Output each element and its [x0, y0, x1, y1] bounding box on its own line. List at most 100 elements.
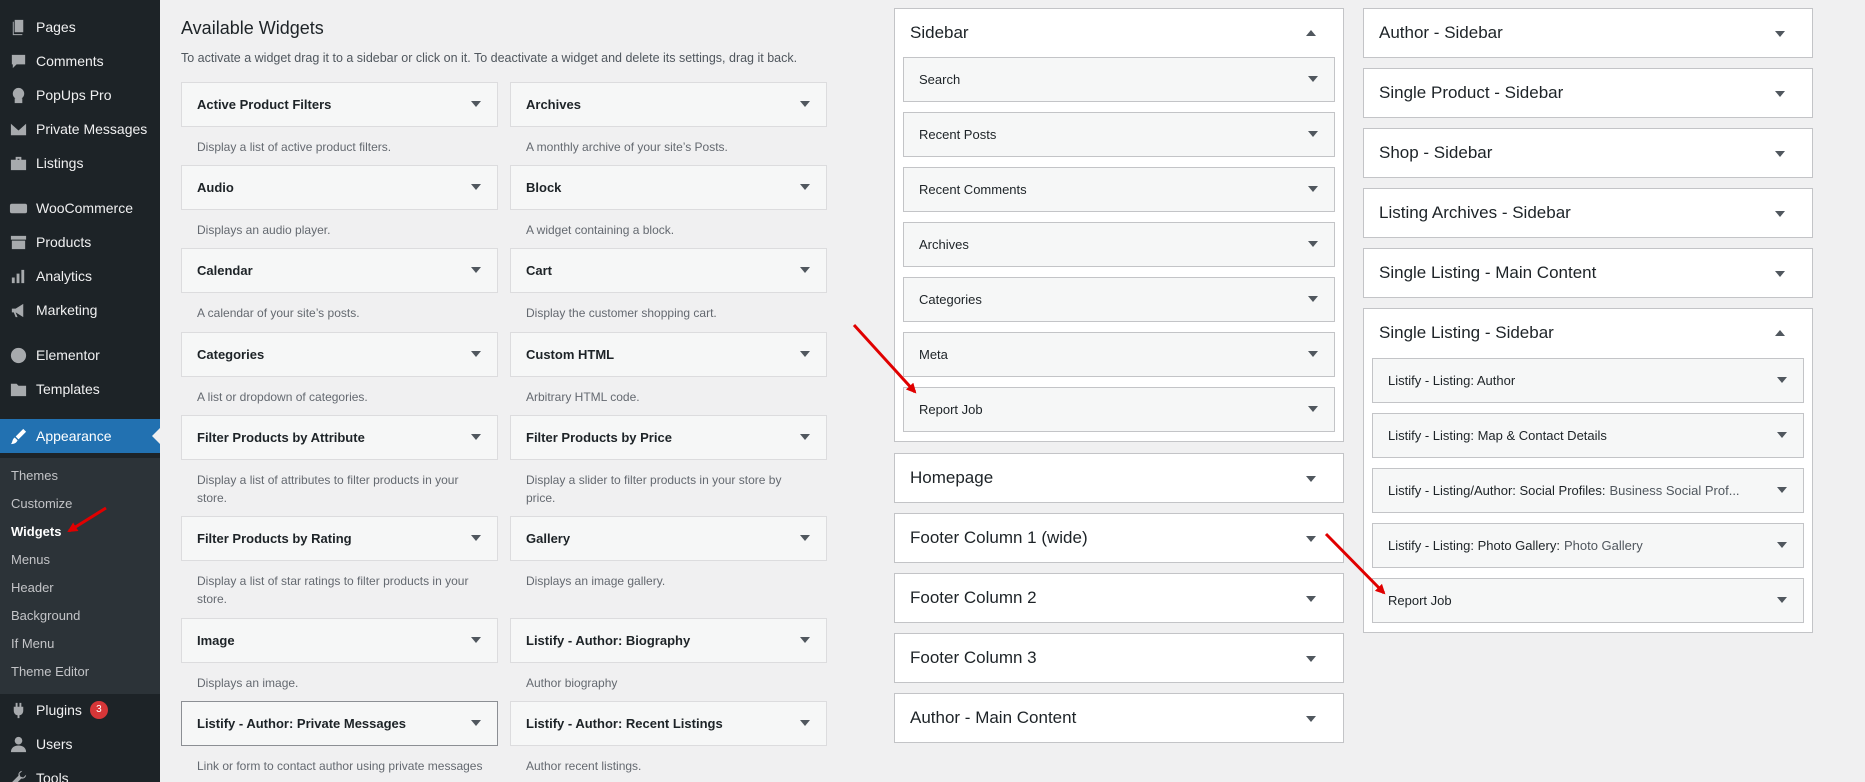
sidebar-widget[interactable]: Listify - Listing/Author: Social Profile…: [1372, 468, 1804, 513]
sidebar-area-header[interactable]: Footer Column 3: [895, 634, 1343, 682]
chevron-down-icon[interactable]: [1308, 131, 1318, 137]
widget-active-product-filters[interactable]: Active Product Filters: [181, 82, 498, 127]
menu-pages[interactable]: Pages: [0, 12, 160, 42]
chevron-down-icon[interactable]: [1777, 542, 1787, 548]
sidebar-area-header[interactable]: Listing Archives - Sidebar: [1364, 189, 1812, 237]
sidebar-widget[interactable]: Listify - Listing: Author: [1372, 358, 1804, 403]
submenu-if-menu[interactable]: If Menu: [11, 636, 54, 651]
chevron-down-icon[interactable]: [1308, 186, 1318, 192]
chevron-down-icon[interactable]: [1308, 76, 1318, 82]
sidebar-widget[interactable]: Recent Posts: [903, 112, 1335, 157]
chevron-down-icon[interactable]: [1777, 597, 1787, 603]
menu-appearance[interactable]: Appearance: [0, 419, 160, 453]
sidebar-widget[interactable]: Categories: [903, 277, 1335, 322]
chevron-down-icon[interactable]: [800, 720, 810, 726]
chevron-down-icon[interactable]: [471, 101, 481, 107]
chevron-down-icon[interactable]: [1775, 91, 1785, 97]
sidebar-area-single-product-sidebar[interactable]: Single Product - Sidebar: [1363, 68, 1813, 118]
chevron-down-icon[interactable]: [800, 267, 810, 273]
chevron-down-icon[interactable]: [1306, 656, 1316, 662]
sidebar-area-header[interactable]: Sidebar: [895, 9, 1343, 57]
submenu-widgets[interactable]: Widgets: [11, 524, 61, 539]
chevron-down-icon[interactable]: [471, 267, 481, 273]
menu-woocommerce[interactable]: WooCommerce: [0, 193, 160, 223]
menu-tools[interactable]: Tools: [0, 763, 160, 782]
widget-image[interactable]: Image: [181, 618, 498, 663]
chevron-down-icon[interactable]: [471, 720, 481, 726]
chevron-down-icon[interactable]: [800, 637, 810, 643]
sidebar-area-footer-column-3[interactable]: Footer Column 3: [894, 633, 1344, 683]
menu-products[interactable]: Products: [0, 227, 160, 257]
sidebar-area-header[interactable]: Single Product - Sidebar: [1364, 69, 1812, 117]
chevron-down-icon[interactable]: [1306, 716, 1316, 722]
sidebar-area-footer-column-1[interactable]: Footer Column 1 (wide): [894, 513, 1344, 563]
widget-gallery[interactable]: Gallery: [510, 516, 827, 561]
sidebar-widget-report-job[interactable]: Report Job: [903, 387, 1335, 432]
menu-comments[interactable]: Comments: [0, 46, 160, 76]
widget-filter-products-by-attribute[interactable]: Filter Products by Attribute: [181, 415, 498, 460]
submenu-menus[interactable]: Menus: [11, 552, 50, 567]
chevron-down-icon[interactable]: [800, 434, 810, 440]
chevron-down-icon[interactable]: [1775, 271, 1785, 277]
sidebar-area-header[interactable]: Single Listing - Main Content: [1364, 249, 1812, 297]
menu-listings[interactable]: Listings: [0, 148, 160, 178]
sidebar-area-footer-column-2[interactable]: Footer Column 2: [894, 573, 1344, 623]
sidebar-area-homepage[interactable]: Homepage: [894, 453, 1344, 503]
chevron-down-icon[interactable]: [471, 351, 481, 357]
menu-private-messages[interactable]: Private Messages: [0, 114, 160, 144]
widget-filter-products-by-rating[interactable]: Filter Products by Rating: [181, 516, 498, 561]
sidebar-widget-report-job[interactable]: Report Job: [1372, 578, 1804, 623]
chevron-down-icon[interactable]: [471, 184, 481, 190]
sidebar-widget[interactable]: Archives: [903, 222, 1335, 267]
sidebar-widget[interactable]: Recent Comments: [903, 167, 1335, 212]
chevron-down-icon[interactable]: [1308, 241, 1318, 247]
chevron-down-icon[interactable]: [471, 637, 481, 643]
widget-categories[interactable]: Categories: [181, 332, 498, 377]
submenu-header[interactable]: Header: [11, 580, 54, 595]
submenu-theme-editor[interactable]: Theme Editor: [11, 664, 89, 679]
chevron-down-icon[interactable]: [1775, 151, 1785, 157]
chevron-down-icon[interactable]: [800, 101, 810, 107]
sidebar-widget[interactable]: Listify - Listing: Photo Gallery: Photo G…: [1372, 523, 1804, 568]
widget-archives[interactable]: Archives: [510, 82, 827, 127]
menu-popups[interactable]: PopUps Pro: [0, 80, 160, 110]
chevron-down-icon[interactable]: [800, 184, 810, 190]
chevron-down-icon[interactable]: [1775, 31, 1785, 37]
sidebar-area-header[interactable]: Author - Sidebar: [1364, 9, 1812, 57]
chevron-down-icon[interactable]: [1306, 596, 1316, 602]
sidebar-area-author-main-content[interactable]: Author - Main Content: [894, 693, 1344, 743]
submenu-background[interactable]: Background: [11, 608, 80, 623]
sidebar-widget[interactable]: Search: [903, 57, 1335, 102]
widget-listify-author-recent-listings[interactable]: Listify - Author: Recent Listings: [510, 701, 827, 746]
widget-cart[interactable]: Cart: [510, 248, 827, 293]
menu-elementor[interactable]: Elementor: [0, 340, 160, 370]
menu-marketing[interactable]: Marketing: [0, 295, 160, 325]
chevron-down-icon[interactable]: [1777, 377, 1787, 383]
menu-plugins[interactable]: Plugins 3: [0, 695, 160, 725]
sidebar-area-header[interactable]: Footer Column 2: [895, 574, 1343, 622]
menu-users[interactable]: Users: [0, 729, 160, 759]
menu-templates[interactable]: Templates: [0, 374, 160, 404]
chevron-down-icon[interactable]: [1308, 406, 1318, 412]
widget-filter-products-by-price[interactable]: Filter Products by Price: [510, 415, 827, 460]
menu-analytics[interactable]: Analytics: [0, 261, 160, 291]
chevron-down-icon[interactable]: [1306, 476, 1316, 482]
widget-calendar[interactable]: Calendar: [181, 248, 498, 293]
sidebar-area-listing-archives-sidebar[interactable]: Listing Archives - Sidebar: [1363, 188, 1813, 238]
sidebar-area-header[interactable]: Author - Main Content: [895, 694, 1343, 742]
submenu-themes[interactable]: Themes: [11, 468, 58, 483]
widget-custom-html[interactable]: Custom HTML: [510, 332, 827, 377]
sidebar-area-header[interactable]: Single Listing - Sidebar: [1364, 309, 1812, 357]
widget-listify-author-private-messages[interactable]: Listify - Author: Private Messages: [181, 701, 498, 746]
chevron-down-icon[interactable]: [471, 434, 481, 440]
chevron-down-icon[interactable]: [1308, 351, 1318, 357]
chevron-down-icon[interactable]: [1306, 536, 1316, 542]
sidebar-area-header[interactable]: Shop - Sidebar: [1364, 129, 1812, 177]
chevron-down-icon[interactable]: [800, 351, 810, 357]
chevron-down-icon[interactable]: [1777, 432, 1787, 438]
chevron-down-icon[interactable]: [1775, 211, 1785, 217]
sidebar-widget[interactable]: Meta: [903, 332, 1335, 377]
chevron-down-icon[interactable]: [1308, 296, 1318, 302]
widget-audio[interactable]: Audio: [181, 165, 498, 210]
sidebar-area-shop-sidebar[interactable]: Shop - Sidebar: [1363, 128, 1813, 178]
